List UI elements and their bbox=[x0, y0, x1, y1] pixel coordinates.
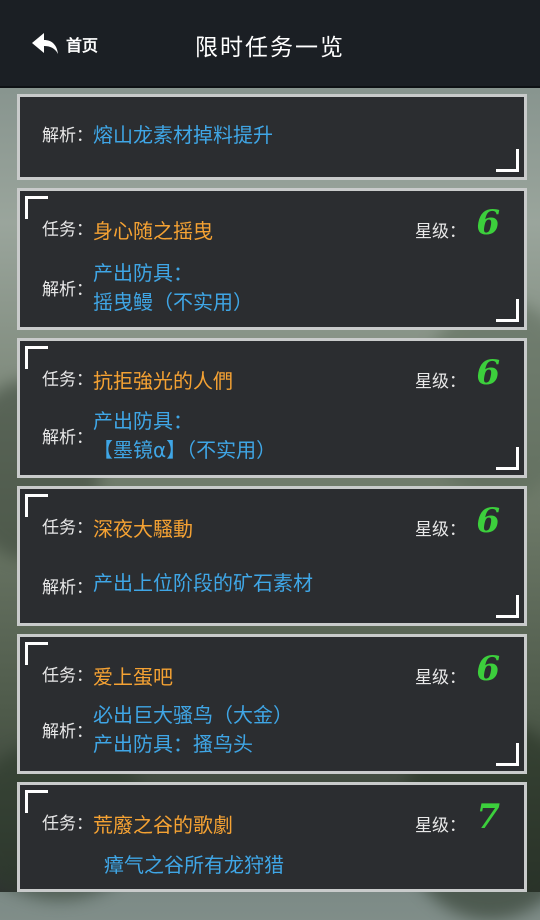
task-card[interactable]: 任务： 身心随之摇曳 星级： 6 解析： 产出防具： 摇曳鳗（不实用） bbox=[17, 188, 527, 330]
page-title: 限时任务一览 bbox=[195, 35, 345, 61]
analysis-text: 产出防具： bbox=[93, 409, 193, 433]
task-label: 任务： bbox=[42, 370, 93, 390]
analysis-label: 解析： bbox=[42, 578, 93, 598]
corner-bracket bbox=[496, 595, 519, 618]
analysis-text: 熔山龙素材掉料提升 bbox=[93, 123, 273, 147]
analysis-text: 摇曳鳗（不实用） bbox=[93, 290, 253, 314]
star-level: 6 bbox=[476, 203, 500, 243]
star-label: 星级： bbox=[415, 372, 466, 392]
analysis-text: 产出防具： bbox=[93, 261, 193, 285]
analysis-text: 【墨镜α】（不实用） bbox=[93, 438, 277, 462]
analysis-label: 解析： bbox=[42, 428, 93, 448]
corner-bracket bbox=[496, 447, 519, 470]
star-level: 6 bbox=[476, 353, 500, 393]
analysis-text: 必出巨大骚鸟（大金） bbox=[93, 703, 293, 727]
task-label: 任务： bbox=[42, 666, 93, 686]
analysis-text: 产出防具：搔鸟头 bbox=[93, 732, 253, 756]
task-label: 任务： bbox=[42, 814, 93, 834]
task-card[interactable]: 解析： 熔山龙素材掉料提升 bbox=[17, 94, 527, 180]
task-card[interactable]: 任务： 荒廢之谷的歌劇 星级： 7 瘴气之谷所有龙狩猎 bbox=[17, 782, 527, 892]
top-bar: 首页 限时任务一览 bbox=[0, 0, 540, 88]
task-name: 抗拒強光的人們 bbox=[93, 369, 233, 393]
corner-bracket bbox=[496, 743, 519, 766]
task-card[interactable]: 任务： 爱上蛋吧 星级： 6 解析： 必出巨大骚鸟（大金） 产出防具：搔鸟头 bbox=[17, 634, 527, 774]
task-name: 身心随之摇曳 bbox=[93, 219, 213, 243]
analysis-label: 解析： bbox=[42, 722, 93, 742]
analysis-label: 解析： bbox=[42, 126, 93, 146]
analysis-label: 解析： bbox=[42, 280, 93, 300]
corner-bracket bbox=[496, 299, 519, 322]
task-list[interactable]: 解析： 熔山龙素材掉料提升 任务： 身心随之摇曳 星级： 6 解析： 产出防具：… bbox=[17, 94, 527, 900]
star-level: 6 bbox=[476, 649, 500, 689]
star-label: 星级： bbox=[415, 668, 466, 688]
task-name: 爱上蛋吧 bbox=[93, 665, 173, 689]
task-name: 荒廢之谷的歌劇 bbox=[93, 813, 233, 837]
analysis-text: 产出上位阶段的矿石素材 bbox=[93, 571, 313, 595]
star-level: 7 bbox=[476, 797, 500, 837]
task-name: 深夜大騷動 bbox=[93, 517, 193, 541]
corner-bracket bbox=[496, 149, 519, 172]
analysis-text: 瘴气之谷所有龙狩猎 bbox=[104, 853, 284, 877]
task-card[interactable]: 任务： 抗拒強光的人們 星级： 6 解析： 产出防具： 【墨镜α】（不实用） bbox=[17, 338, 527, 478]
star-level: 6 bbox=[476, 501, 500, 541]
star-label: 星级： bbox=[415, 222, 466, 242]
star-label: 星级： bbox=[415, 520, 466, 540]
star-label: 星级： bbox=[415, 816, 466, 836]
task-card[interactable]: 任务： 深夜大騷動 星级： 6 解析： 产出上位阶段的矿石素材 bbox=[17, 486, 527, 626]
task-label: 任务： bbox=[42, 518, 93, 538]
task-label: 任务： bbox=[42, 220, 93, 240]
